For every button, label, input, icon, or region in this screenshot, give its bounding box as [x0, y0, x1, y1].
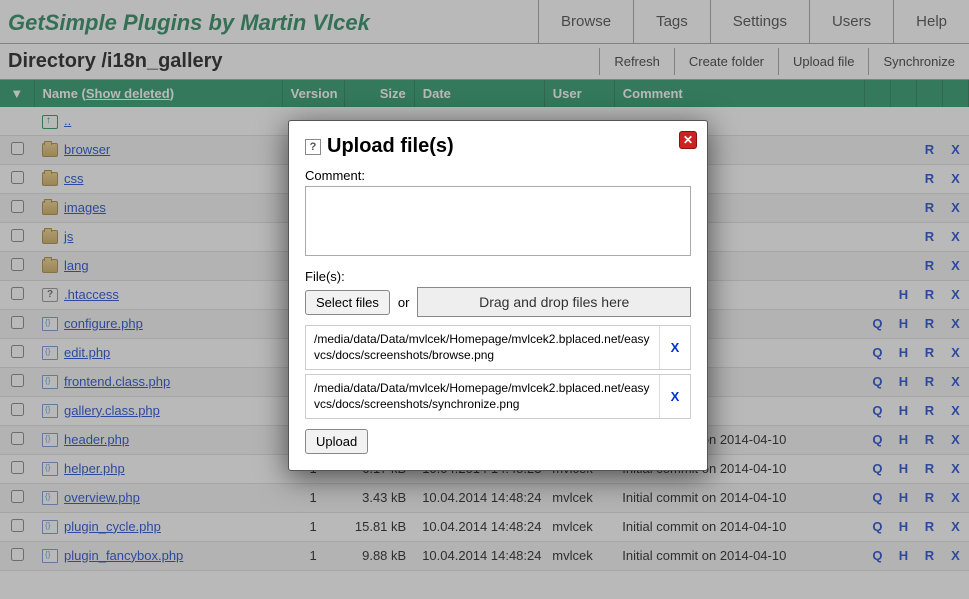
file-list: /media/data/Data/mvlcek/Homepage/mvlcek2…: [305, 325, 691, 419]
upload-button[interactable]: Upload: [305, 429, 368, 454]
pending-file: /media/data/Data/mvlcek/Homepage/mvlcek2…: [305, 374, 691, 419]
comment-label: Comment:: [305, 168, 691, 183]
modal-title-text: Upload file(s): [327, 135, 454, 158]
help-icon: ?: [305, 139, 321, 155]
modal-title: ? Upload file(s): [305, 135, 691, 158]
files-row: Select files or Drag and drop files here: [305, 287, 691, 317]
remove-file-button[interactable]: X: [660, 375, 690, 418]
dropzone[interactable]: Drag and drop files here: [417, 287, 691, 317]
remove-file-button[interactable]: X: [660, 326, 690, 369]
comment-input[interactable]: [305, 186, 691, 256]
upload-modal: ✕ ? Upload file(s) Comment: File(s): Sele…: [288, 120, 708, 471]
files-label: File(s):: [305, 269, 691, 284]
pending-file: /media/data/Data/mvlcek/Homepage/mvlcek2…: [305, 325, 691, 370]
close-icon[interactable]: ✕: [679, 131, 697, 149]
file-path: /media/data/Data/mvlcek/Homepage/mvlcek2…: [306, 326, 660, 369]
or-label: or: [398, 295, 410, 310]
select-files-button[interactable]: Select files: [305, 290, 390, 315]
file-path: /media/data/Data/mvlcek/Homepage/mvlcek2…: [306, 375, 660, 418]
